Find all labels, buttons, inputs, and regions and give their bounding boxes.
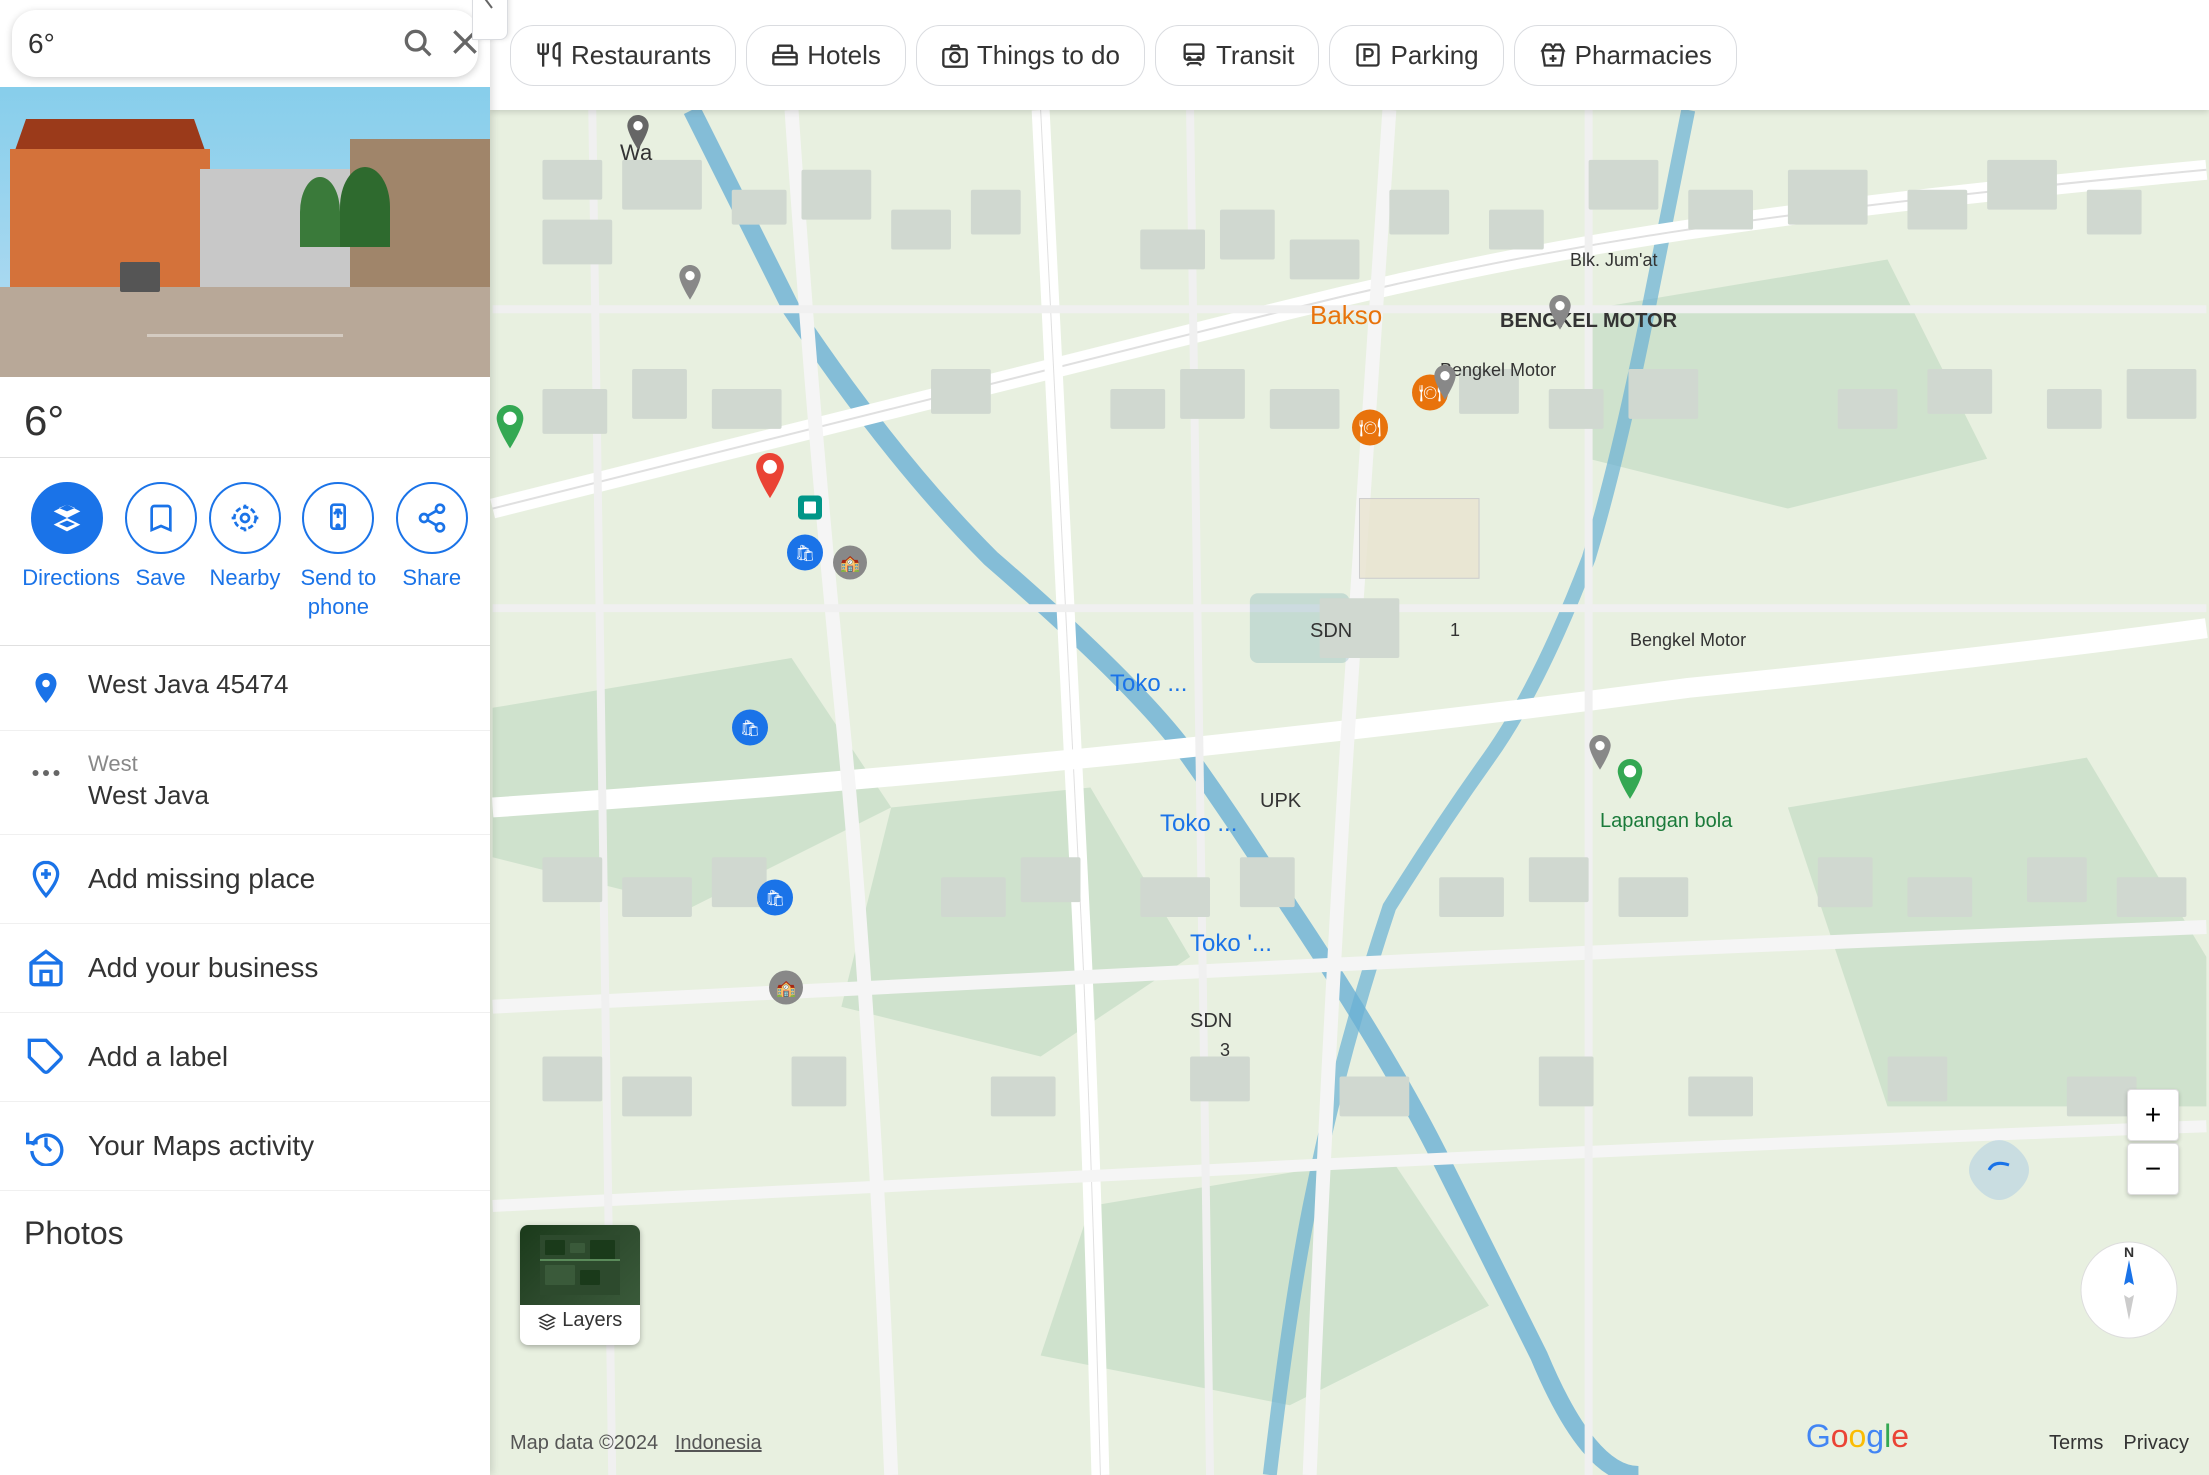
send-to-phone-icon-circle (302, 482, 374, 554)
teal-marker[interactable] (796, 494, 824, 527)
bed-icon (771, 41, 799, 69)
address-text: West Java 45474 (88, 666, 288, 702)
svg-text:🛍: 🛍 (740, 720, 760, 738)
left-panel: 6° Directions Save (0, 0, 490, 1475)
search-button[interactable] (397, 22, 437, 65)
label-icon (24, 1035, 68, 1079)
gray-marker-mid[interactable] (674, 265, 706, 310)
action-buttons-row: Directions Save N (0, 458, 490, 646)
bottom-actions: Add missing place Add your business Add (0, 835, 490, 1191)
zoom-out-button[interactable]: − (2127, 1143, 2179, 1195)
food-marker-orange-2[interactable]: 🍽 (1350, 408, 1390, 453)
search-input[interactable] (28, 28, 389, 60)
place-name: 6° (0, 377, 490, 458)
photos-section: Photos (0, 1191, 490, 1292)
svg-text:🍽: 🍽 (1359, 418, 1382, 438)
storefront-icon (24, 946, 68, 990)
nearby-icon-circle (209, 482, 281, 554)
street-view-image[interactable] (0, 87, 490, 377)
add-label-row[interactable]: Add a label (0, 1013, 490, 1102)
location-icon (24, 666, 68, 710)
add-missing-place-label: Add missing place (88, 863, 315, 895)
pharmacies-label: Pharmacies (1575, 40, 1712, 71)
photos-title: Photos (24, 1215, 466, 1252)
transit-button[interactable]: Transit (1155, 25, 1320, 86)
zoom-controls: + − (2127, 1089, 2179, 1195)
shopping-marker-3[interactable]: 🛍 (755, 878, 795, 923)
restaurants-button[interactable]: Restaurants (510, 25, 736, 86)
transit-label: Transit (1216, 40, 1295, 71)
svg-text:🏫: 🏫 (776, 981, 796, 998)
things-to-do-button[interactable]: Things to do (916, 25, 1145, 86)
add-business-row[interactable]: Add your business (0, 924, 490, 1013)
dots-icon (24, 751, 68, 795)
shopping-marker-1[interactable]: 🛍 (785, 533, 825, 578)
privacy-link[interactable]: Privacy (2123, 1432, 2189, 1455)
info-section: West Java 45474 West West Java (0, 646, 490, 834)
share-icon-circle (396, 482, 468, 554)
region-label: West (88, 751, 209, 777)
school-marker-2[interactable]: 🏫 (767, 969, 805, 1012)
maps-activity-row[interactable]: Your Maps activity (0, 1102, 490, 1191)
shopping-marker-2[interactable]: 🛍 (730, 708, 770, 753)
save-icon-circle (125, 482, 197, 554)
collapse-panel-button[interactable] (472, 0, 508, 40)
feedback-widget (1959, 1130, 2039, 1215)
history-icon (24, 1124, 68, 1168)
svg-text:🏫: 🏫 (840, 556, 860, 573)
search-bar (12, 10, 478, 77)
address-row: West Java 45474 (0, 646, 490, 731)
save-button[interactable]: Save (125, 482, 197, 621)
hotels-label: Hotels (807, 40, 881, 71)
top-bar: Restaurants Hotels Things to do (490, 0, 2209, 110)
parking-button[interactable]: Parking (1329, 25, 1503, 86)
map-roads-svg (490, 110, 2209, 1475)
svg-text:🛍: 🛍 (765, 890, 785, 908)
map-area[interactable]: Restaurants Hotels Things to do (490, 0, 2209, 1475)
maps-activity-label: Your Maps activity (88, 1130, 314, 1162)
restaurants-label: Restaurants (571, 40, 711, 71)
green-marker[interactable] (490, 405, 530, 460)
add-pin-icon (24, 857, 68, 901)
red-marker-main[interactable] (749, 453, 791, 510)
region-text: West Java (88, 777, 209, 813)
add-label-label: Add a label (88, 1041, 228, 1073)
svg-text:🛍: 🛍 (795, 545, 815, 563)
gray-marker-right[interactable] (1544, 295, 1576, 340)
map-footer-links: Terms Privacy (2049, 1432, 2189, 1455)
gray-marker-top[interactable] (622, 115, 654, 160)
google-logo: Google (1806, 1418, 1909, 1455)
school-marker[interactable]: 🏫 (831, 544, 869, 587)
hotels-button[interactable]: Hotels (746, 25, 906, 86)
layers-thumbnail (520, 1225, 640, 1305)
layers-label: Layers (520, 1305, 640, 1336)
directions-icon-circle (31, 482, 103, 554)
things-to-do-label: Things to do (977, 40, 1120, 71)
svg-text:N: N (2124, 1244, 2134, 1260)
zoom-in-button[interactable]: + (2127, 1089, 2179, 1141)
fork-knife-icon (535, 41, 563, 69)
layers-button[interactable]: Layers (520, 1225, 640, 1345)
map-data-text: Map data ©2024 Indonesia (510, 1432, 762, 1455)
pharmacies-button[interactable]: Pharmacies (1514, 25, 1737, 86)
gray-marker-bengkel[interactable] (1429, 365, 1461, 410)
compass-widget[interactable]: N (2079, 1240, 2179, 1345)
add-business-label: Add your business (88, 952, 318, 984)
green-marker-lapangan[interactable] (1611, 759, 1649, 810)
send-to-phone-button[interactable]: Send to phone (293, 482, 383, 621)
pharmacy-icon (1539, 41, 1567, 69)
map-background[interactable]: Bakso BENGKEL MOTOR Bengkel Motor Bengke… (490, 110, 2209, 1475)
share-button[interactable]: Share (396, 482, 468, 621)
parking-icon (1354, 41, 1382, 69)
add-missing-place-row[interactable]: Add missing place (0, 835, 490, 924)
directions-button[interactable]: Directions (22, 482, 112, 621)
nearby-button[interactable]: Nearby (209, 482, 281, 621)
terms-link[interactable]: Terms (2049, 1432, 2103, 1455)
parking-label: Parking (1390, 40, 1478, 71)
camera-icon (941, 41, 969, 69)
transit-icon (1180, 41, 1208, 69)
region-row: West West Java (0, 731, 490, 834)
